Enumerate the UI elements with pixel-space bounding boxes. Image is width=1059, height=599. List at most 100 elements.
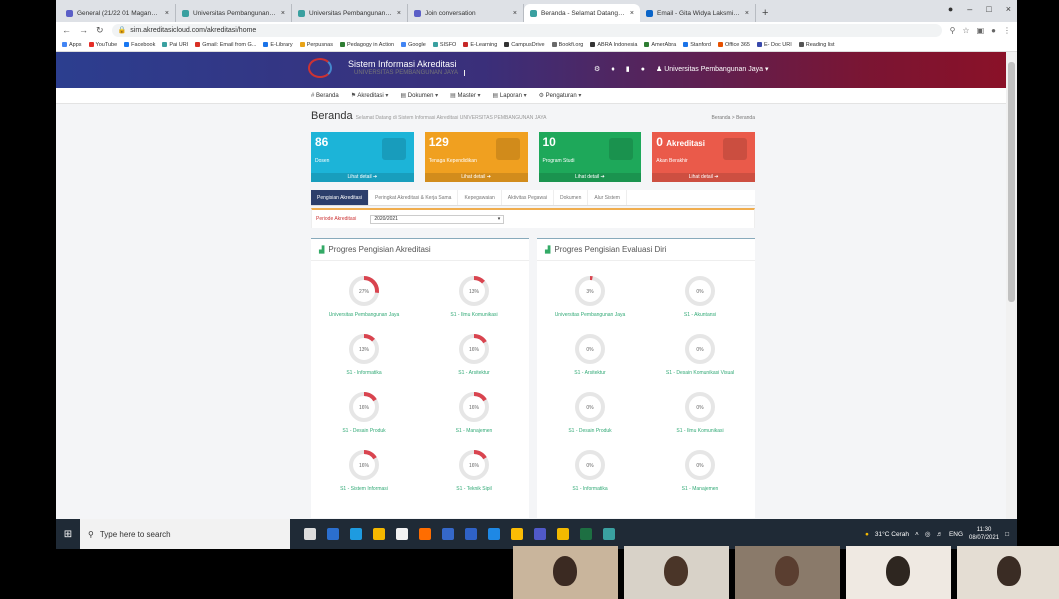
- bookmark-item[interactable]: E-Library: [263, 42, 293, 48]
- page-scrollbar[interactable]: [1006, 52, 1017, 519]
- menu-item-beranda[interactable]: # Beranda: [311, 93, 339, 99]
- gauge-label[interactable]: S1 - Desain Produk: [319, 428, 409, 434]
- section-tab[interactable]: Aktivitas Pegawai: [502, 190, 554, 205]
- close-icon[interactable]: ×: [513, 10, 517, 17]
- taskbar-search[interactable]: ⚲ Type here to search: [80, 519, 290, 549]
- document-icon[interactable]: ▮: [626, 65, 630, 73]
- gauge-label[interactable]: S1 - Manajemen: [429, 428, 519, 434]
- browser-tab[interactable]: Universitas Pembangunan Jaya ×: [176, 4, 292, 22]
- profile-icon[interactable]: ●: [948, 4, 953, 14]
- browser-tab[interactable]: General (21/22 01 Magang @ U ×: [60, 4, 176, 22]
- app-icon[interactable]: [327, 528, 339, 540]
- bell-icon[interactable]: ♦: [611, 66, 615, 73]
- task-view-icon[interactable]: [304, 528, 316, 540]
- close-icon[interactable]: ×: [281, 10, 285, 17]
- maximize-icon[interactable]: □: [986, 4, 991, 14]
- info-icon[interactable]: ●: [641, 66, 645, 73]
- url-input[interactable]: 🔒 sim.akreditasicloud.com/akreditasi/hom…: [111, 23, 942, 37]
- menu-item-master[interactable]: ▤ Master ▾: [450, 92, 480, 99]
- period-select[interactable]: 2020/2021 ▾: [370, 214, 505, 224]
- star-icon[interactable]: ☆: [962, 26, 969, 35]
- bookmark-item[interactable]: Office 365: [717, 42, 750, 48]
- extension-icon[interactable]: ▣: [977, 26, 985, 35]
- lang-indicator[interactable]: ENG: [949, 531, 963, 538]
- back-icon[interactable]: ←: [62, 25, 71, 35]
- close-icon[interactable]: ×: [745, 10, 749, 17]
- edge-icon[interactable]: [350, 528, 362, 540]
- section-tab[interactable]: Pengisian Akreditasi: [311, 190, 370, 205]
- menu-item-pengaturan[interactable]: ⚙ Pengaturan ▾: [539, 92, 582, 99]
- app-icon[interactable]: [442, 528, 454, 540]
- bookmark-item[interactable]: E-Learning: [463, 42, 497, 48]
- section-tab[interactable]: Kepegawaian: [458, 190, 502, 205]
- bookmark-item[interactable]: SISFO: [432, 42, 456, 48]
- breadcrumb[interactable]: Beranda > Beranda: [711, 115, 755, 121]
- store-icon[interactable]: [396, 528, 408, 540]
- bookmark-item[interactable]: Pai URI: [162, 42, 188, 48]
- section-tab[interactable]: Dokumen: [554, 190, 589, 205]
- section-tab[interactable]: Peringkat Akreditasi & Kerja Sama: [369, 190, 459, 205]
- stat-detail-link[interactable]: Lihat detail ➔: [424, 173, 528, 182]
- browser-tab[interactable]: Universitas Pembangunan Jaya ×: [292, 4, 408, 22]
- stat-detail-link[interactable]: Lihat detail ➔: [311, 173, 414, 182]
- menu-item-akreditasi[interactable]: ⚑ Akreditasi ▾: [351, 92, 389, 99]
- app-icon[interactable]: [373, 528, 385, 540]
- user-menu[interactable]: ♟ Universitas Pembangunan Jaya ▾: [656, 65, 769, 73]
- bookmark-item[interactable]: Apps: [62, 42, 82, 48]
- menu-icon[interactable]: ⋮: [1003, 26, 1011, 35]
- gauge-label[interactable]: Universitas Pembangunan Jaya: [319, 312, 409, 318]
- excel-icon[interactable]: [580, 528, 592, 540]
- stat-detail-link[interactable]: Lihat detail ➔: [538, 173, 642, 182]
- bookmark-item[interactable]: AmerAbra: [644, 42, 676, 48]
- profile-icon[interactable]: ●: [991, 26, 996, 35]
- gauge-label[interactable]: S1 - Arsitektur: [545, 370, 635, 376]
- clock[interactable]: 11:30 08/07/2021: [969, 526, 999, 542]
- gauge-label[interactable]: S1 - Akuntansi: [655, 312, 745, 318]
- menu-item-dokumen[interactable]: ▤ Dokumen ▾: [400, 92, 438, 99]
- bookmark-item[interactable]: ABRA Indonesia: [590, 42, 637, 48]
- network-icon[interactable]: ◎: [925, 530, 931, 538]
- minimize-icon[interactable]: –: [967, 4, 972, 14]
- notification-icon[interactable]: □: [1005, 531, 1009, 538]
- new-tab-button[interactable]: +: [756, 7, 774, 22]
- windows-start-icon[interactable]: ⊞: [56, 529, 80, 540]
- gear-icon[interactable]: ⚙: [594, 65, 600, 73]
- browser-tab[interactable]: Beranda - Selamat Datang di Sist ×: [524, 4, 640, 22]
- bookmark-item[interactable]: Bookfi.org: [551, 42, 583, 48]
- browser-tab[interactable]: Email - Gita Widya Laksmini Soed ×: [640, 4, 756, 22]
- bookmark-item[interactable]: Pedagogy in Action: [339, 42, 394, 48]
- gauge-label[interactable]: S1 - Sistem Informasi: [319, 486, 409, 492]
- gauge-label[interactable]: S1 - Manajemen: [655, 486, 745, 492]
- app-icon[interactable]: [603, 528, 615, 540]
- bookmark-item[interactable]: Reading list: [798, 42, 835, 48]
- close-icon[interactable]: ×: [165, 10, 169, 17]
- bookmark-item[interactable]: Facebook: [124, 42, 155, 48]
- app-icon[interactable]: [488, 528, 500, 540]
- zoom-icon[interactable]: ⚲: [950, 26, 956, 35]
- gauge-label[interactable]: Universitas Pembangunan Jaya: [545, 312, 635, 318]
- forward-icon[interactable]: →: [79, 25, 88, 35]
- bookmark-item[interactable]: Perpusnas: [299, 42, 333, 48]
- chevron-up-icon[interactable]: ˄: [915, 531, 919, 538]
- volume-icon[interactable]: ♬: [936, 531, 943, 538]
- section-tab[interactable]: Alur Sistem: [588, 190, 627, 205]
- chrome-icon[interactable]: [511, 528, 523, 540]
- app-icon[interactable]: [419, 528, 431, 540]
- gauge-label[interactable]: S1 - Informatika: [319, 370, 409, 376]
- bookmark-item[interactable]: CampusDrive: [504, 42, 545, 48]
- gauge-label[interactable]: S1 - Ilmu Komunikasi: [429, 312, 519, 318]
- gauge-label[interactable]: S1 - Ilmu Komunikasi: [655, 428, 745, 434]
- close-icon[interactable]: ×: [630, 10, 634, 17]
- gauge-label[interactable]: S1 - Arsitektur: [429, 370, 519, 376]
- gauge-label[interactable]: S1 - Informatika: [545, 486, 635, 492]
- stat-detail-link[interactable]: Lihat detail ➔: [652, 173, 755, 182]
- bookmark-item[interactable]: YouTube: [88, 42, 117, 48]
- browser-tab[interactable]: Join conversation ×: [408, 4, 524, 22]
- app-icon[interactable]: [465, 528, 477, 540]
- close-icon[interactable]: ×: [397, 10, 401, 17]
- teams-icon[interactable]: [534, 528, 546, 540]
- menu-item-laporan[interactable]: ▤ Laporan ▾: [493, 92, 527, 99]
- bookmark-item[interactable]: Stanford: [683, 42, 711, 48]
- reload-icon[interactable]: ↻: [96, 25, 104, 36]
- gauge-label[interactable]: S1 - Teknik Sipil: [429, 486, 519, 492]
